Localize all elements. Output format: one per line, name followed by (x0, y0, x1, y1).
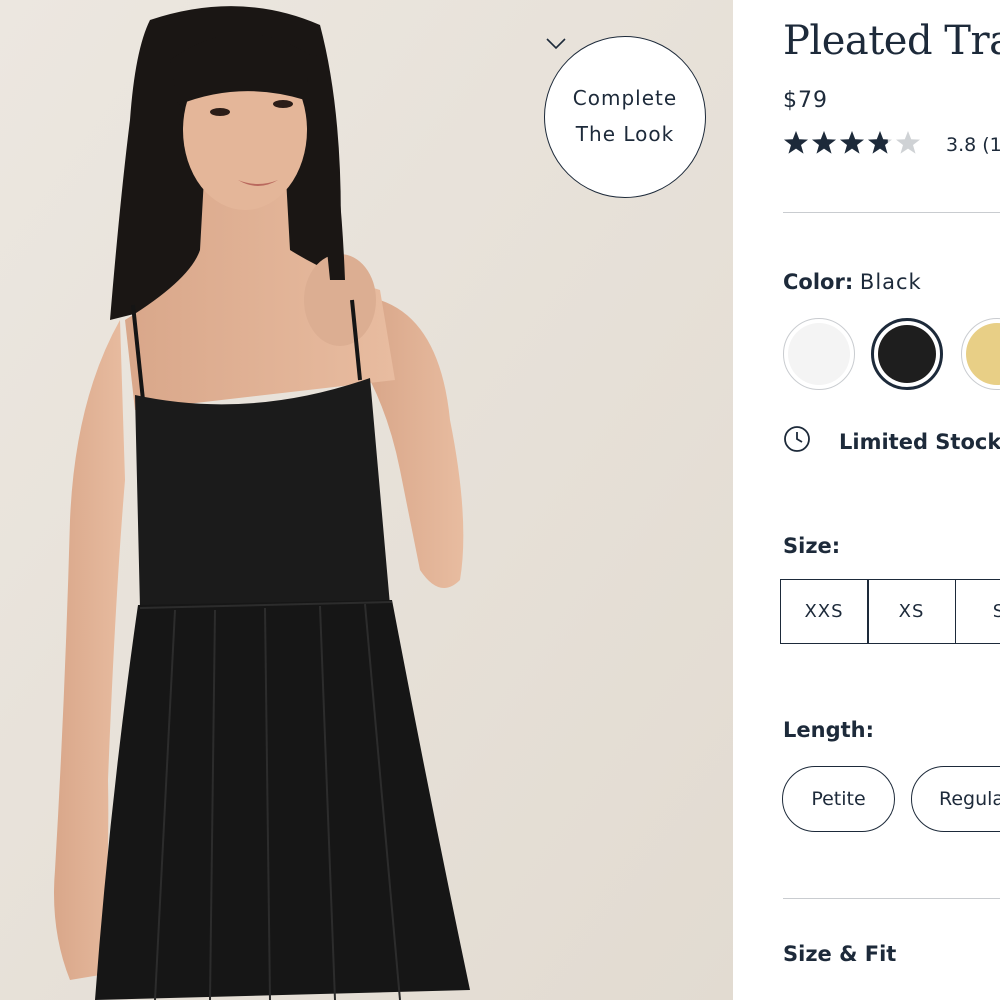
yellow-swatch[interactable] (961, 318, 1000, 390)
length-option-regular[interactable]: Regula (911, 766, 1000, 832)
product-price: $79 (783, 88, 828, 113)
size-label: Size: (783, 534, 841, 558)
complete-the-look-line1: Complete (572, 86, 678, 110)
product-title: Pleated Trave (783, 18, 1000, 64)
rating-text[interactable]: 3.8 (1 (946, 134, 1000, 156)
divider (783, 212, 1000, 213)
stock-status: Limited Stock (783, 425, 1000, 458)
yellow-swatch-fill (966, 323, 1000, 385)
divider (783, 898, 1000, 899)
clock-icon (783, 425, 811, 458)
complete-the-look-button[interactable]: Complete The Look (544, 36, 706, 198)
product-details: Pleated Trave $79 3.8 (1 Color: Black Li… (733, 0, 1000, 1000)
black-swatch[interactable] (871, 318, 943, 390)
stock-text: Limited Stock (839, 429, 1000, 454)
length-label: Length: (783, 718, 874, 742)
star-icon (840, 131, 864, 154)
star-icon (868, 131, 892, 154)
size-row: Size: (783, 534, 840, 558)
size-fit-label: Size & Fit (783, 942, 897, 966)
product-image[interactable]: Complete The Look (0, 0, 733, 1000)
length-option-petite[interactable]: Petite (782, 766, 895, 832)
star-icon (812, 131, 836, 154)
color-label: Color: (783, 270, 854, 294)
color-row: Color: Black (783, 270, 922, 294)
length-row: Length: (783, 718, 874, 742)
white-swatch-fill (788, 323, 850, 385)
size-options: XXS XS S (779, 579, 1000, 644)
complete-the-look-line2: The Look (575, 122, 675, 146)
white-swatch[interactable] (783, 318, 855, 390)
black-swatch-fill (878, 325, 936, 383)
star-icon (784, 131, 808, 154)
size-option-s[interactable]: S (954, 579, 1000, 644)
color-selected-value: Black (859, 270, 922, 294)
size-fit-section[interactable]: Size & Fit (783, 942, 896, 966)
star-icon (896, 131, 920, 154)
size-option-xxs[interactable]: XXS (779, 579, 869, 644)
size-option-xs[interactable]: XS (867, 579, 956, 644)
rating-stars[interactable] (783, 130, 921, 156)
